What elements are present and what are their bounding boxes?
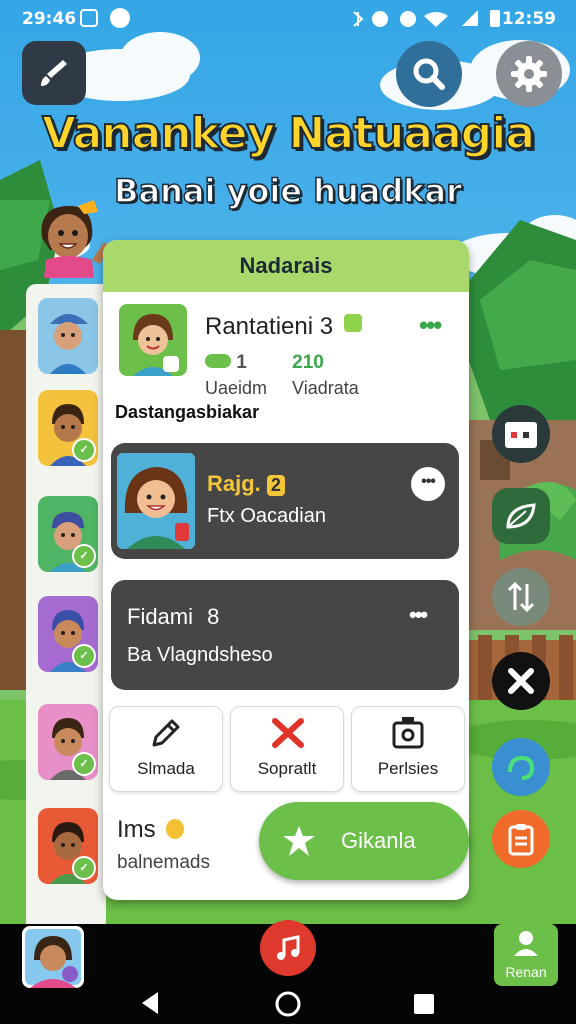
profile-button-label: Renan [505,964,547,980]
profile-name: Rantatieni 3 [205,313,362,341]
music-note-icon [277,935,300,960]
friend-avatar[interactable]: ✓ [38,390,98,466]
card-avatar [117,453,195,549]
friend-avatar[interactable]: ✓ [38,596,98,672]
avatar [25,929,81,988]
avatar [50,314,88,374]
stat-b-value: 210 [292,352,324,373]
remove-action-button[interactable]: Sopratlt [230,706,344,792]
game-title: Vanankey Natuaagia [41,107,536,160]
footer-title-text: Ims [117,816,156,843]
card-title-text: Fidami [127,604,194,629]
photo-action-button[interactable]: Perlsies [351,706,465,792]
stat-a-label: Uaeidm [205,378,268,398]
friend-list-strip: ✓ ✓ ✓ ✓ ✓ [26,284,106,924]
card-title: Fidami 8 [127,604,219,630]
music-button[interactable] [260,920,316,976]
player-avatar-button[interactable] [22,926,84,988]
refresh-icon [508,755,535,780]
profile-stats: 1 210 [205,352,324,373]
card-title: Rajg. 2 [207,471,285,497]
profile-avatar[interactable] [119,304,187,376]
friend-avatar[interactable]: ✓ [38,704,98,780]
check-icon: ✓ [72,544,96,568]
coin-icon [205,354,231,368]
card-subtitle: Ba Vlagndsheso [127,644,273,666]
card-more-button[interactable]: ••• [411,467,445,501]
camera-icon [392,717,424,749]
panel-title: Nadarais [103,240,469,292]
check-icon: ✓ [72,856,96,880]
leaf-icon [506,503,536,529]
recents-icon[interactable] [412,992,436,1016]
leaf-button[interactable] [492,488,550,544]
status-icons [353,11,448,27]
bottom-bar: Renan [0,920,576,1024]
profile-button[interactable]: Renan [494,924,558,986]
status-clock: 12:59 [501,9,556,29]
card-subtitle: Ftx Oacadian [207,505,326,527]
shield-icon [343,314,362,332]
search-icon [413,58,445,90]
calendar-button[interactable] [492,405,550,463]
check-icon: ✓ [72,438,96,462]
friend-card[interactable]: Rajg. 2 Ftx Oacadian ••• [111,443,459,559]
avatar [133,314,179,376]
stat-a-value: 1 [236,352,247,373]
x-mark-icon [272,718,304,748]
card-title-text: Rajg. [207,471,261,496]
back-icon[interactable] [138,990,162,1016]
edit-action-button[interactable]: Slmada [109,706,223,792]
close-icon [508,668,534,694]
star-icon [283,826,315,856]
friend-avatar[interactable] [38,298,98,374]
calendar-icon [505,422,537,448]
edit-action-label: Slmada [137,759,195,778]
profile-stat-labels: Uaeidm Viadrata [205,378,359,399]
edit-button[interactable] [22,41,86,105]
user-icon [514,931,538,956]
status-time: 29:46 [22,9,77,29]
mascot-character [41,200,110,278]
gear-icon [511,56,547,92]
check-icon: ✓ [72,644,96,668]
search-button[interactable] [396,41,462,107]
home-icon[interactable] [274,990,302,1018]
avatar [117,453,195,549]
settings-button[interactable] [496,41,562,107]
app-notification-icon [110,8,130,28]
pencil-icon [152,719,180,747]
friend-card[interactable]: Fidami 8 Ba Vlagndsheso ••• [111,580,459,690]
footer-subtitle: balnemads [117,852,210,873]
coin-icon [166,819,185,839]
sort-button[interactable] [492,568,550,626]
remove-action-label: Sopratlt [257,759,317,778]
notification-icon [80,9,98,27]
cta-label: Gikanla [341,828,416,853]
card-badge: 8 [207,604,220,629]
game-screen: 29:46 12:59 Vanankey Natuaagia Banai yoi… [0,0,576,1024]
status-bar: 29:46 12:59 [0,0,576,38]
brush-icon [41,60,67,86]
clipboard-icon [508,824,534,856]
clipboard-button[interactable] [492,810,550,868]
friend-avatar[interactable]: ✓ [38,496,98,572]
profile-more-button[interactable]: ••• [419,310,442,341]
section-label: Dastangasbiakar [115,402,260,422]
stat-b-label: Viadrata [292,378,359,398]
refresh-button[interactable] [492,738,550,796]
sort-icon [507,581,535,613]
check-icon: ✓ [72,752,96,776]
close-button[interactable] [492,652,550,710]
cta-button[interactable]: Gikanla [259,802,469,880]
card-badge: 2 [266,475,285,496]
card-more-button[interactable]: ••• [409,602,428,628]
photo-action-label: Perlsies [377,759,439,778]
footer-title: Ims [117,816,185,844]
friend-avatar[interactable]: ✓ [38,808,98,884]
profile-name-text: Rantatieni 3 [205,313,334,340]
friends-panel: Nadarais Rantatieni 3 ••• 1 210 Uaeidm V… [103,240,469,900]
